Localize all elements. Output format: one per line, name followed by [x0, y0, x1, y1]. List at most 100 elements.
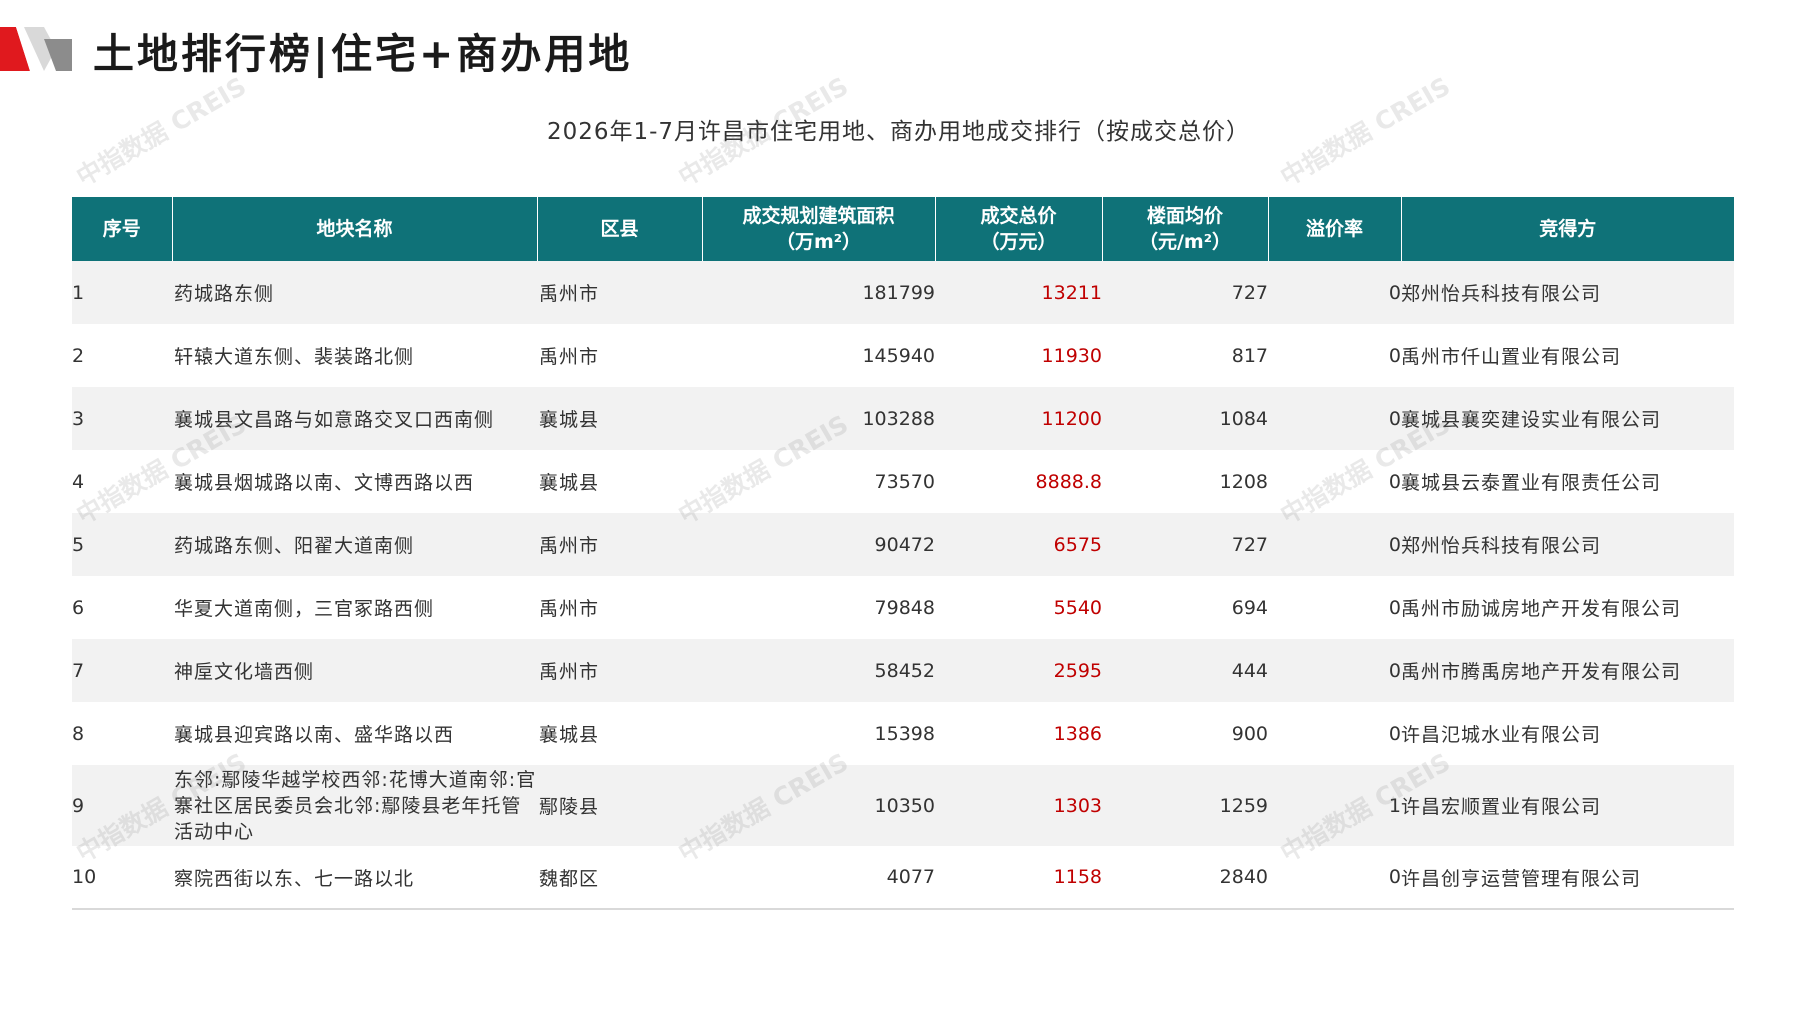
cell-name: 药城路东侧	[174, 283, 275, 305]
cell-name: 东邻:鄢陵华越学校西邻:花博大道南邻:官寨社区居民委员会北邻:鄢陵县老年托管活动…	[174, 768, 537, 843]
cell-unit-price: 1084	[1219, 407, 1268, 430]
cell-district: 鄢陵县	[539, 796, 600, 818]
cell-winner: 郑州怡兵科技有限公司	[1401, 283, 1602, 305]
cell-area: 58452	[874, 659, 935, 682]
cell-area: 79848	[874, 596, 935, 619]
cell-name: 药城路东侧、阳翟大道南侧	[174, 535, 415, 557]
cell-idx: 10	[72, 846, 172, 910]
cell-idx: 7	[72, 659, 85, 682]
header-idx: 序号	[72, 197, 172, 261]
cell-price: 11930	[1041, 344, 1102, 367]
cell-premium: 0	[1388, 659, 1401, 682]
cell-idx: 9	[72, 794, 85, 817]
cell-name: 襄城县文昌路与如意路交叉口西南侧	[174, 409, 495, 431]
cell-district: 禹州市	[539, 346, 600, 368]
cell-area: 4077	[702, 846, 935, 910]
cell-price: 8888.8	[1035, 470, 1102, 493]
cell-winner: 许昌创亨运营管理有限公司	[1401, 846, 1734, 910]
table-row: 1 药城路东侧 禹州市 181799 13211 727 0 郑州怡兵科技有限公…	[72, 261, 1734, 324]
cell-premium: 0	[1388, 722, 1401, 745]
header-unit-price: 楼面均价 （元/m²）	[1101, 197, 1268, 261]
cell-unit-price: 1259	[1219, 794, 1268, 817]
cell-idx: 3	[72, 407, 85, 430]
cell-name: 察院西街以东、七一路以北	[172, 846, 537, 910]
cell-price: 13211	[1041, 281, 1102, 304]
header-name: 地块名称	[171, 197, 537, 261]
cell-area: 103288	[862, 407, 935, 430]
cell-area: 73570	[874, 470, 935, 493]
cell-district: 襄城县	[539, 409, 600, 431]
cell-idx: 6	[72, 596, 85, 619]
table-row: 5 药城路东侧、阳翟大道南侧 禹州市 90472 6575 727 0 郑州怡兵…	[72, 513, 1734, 576]
cell-price: 1303	[1053, 794, 1102, 817]
header-price-line2: （万元）	[980, 231, 1057, 253]
cell-price: 1158	[935, 846, 1102, 910]
cell-winner: 襄城县云泰置业有限责任公司	[1401, 472, 1662, 494]
page-title: 土地排行榜|住宅+商办用地	[93, 30, 633, 78]
cell-idx: 2	[72, 344, 85, 367]
header-price-line1: 成交总价	[980, 205, 1057, 227]
header-area: 成交规划建筑面积 （万m²）	[701, 197, 935, 261]
header-area-line1: 成交规划建筑面积	[742, 205, 895, 227]
header-area-line2: （万m²）	[775, 231, 862, 253]
cell-area: 15398	[874, 722, 935, 745]
table-row: 4 襄城县烟城路以南、文博西路以西 襄城县 73570 8888.8 1208 …	[72, 450, 1734, 513]
cell-district: 魏都区	[537, 846, 702, 910]
table-row: 6 华夏大道南侧，三官冢路西侧 禹州市 79848 5540 694 0 禹州市…	[72, 576, 1734, 639]
table-row: 8 襄城县迎宾路以南、盛华路以西 襄城县 15398 1386 900 0 许昌…	[72, 702, 1734, 765]
cell-premium: 0	[1388, 533, 1401, 556]
cell-unit-price: 900	[1231, 722, 1268, 745]
table-row: 2 轩辕大道东侧、裴装路北侧 禹州市 145940 11930 817 0 禹州…	[72, 324, 1734, 387]
land-ranking-table: 序号 地块名称 区县 成交规划建筑面积 （万m²） 成交总价 （万元） 楼面均价…	[72, 197, 1734, 910]
cell-winner: 襄城县襄奕建设实业有限公司	[1401, 409, 1662, 431]
cell-unit-price: 2840	[1102, 846, 1268, 910]
cell-area: 90472	[874, 533, 935, 556]
cell-price: 5540	[1053, 596, 1102, 619]
cell-idx: 8	[72, 722, 85, 745]
cell-price: 2595	[1053, 659, 1102, 682]
cell-district: 禹州市	[539, 283, 600, 305]
cell-premium: 0	[1388, 344, 1401, 367]
header-premium: 溢价率	[1267, 197, 1401, 261]
cell-premium: 0	[1268, 846, 1401, 910]
cell-winner: 禹州市仟山置业有限公司	[1401, 346, 1622, 368]
cell-premium: 0	[1388, 596, 1401, 619]
cell-winner: 许昌宏顺置业有限公司	[1401, 796, 1602, 818]
cell-unit-price: 727	[1231, 533, 1268, 556]
cell-winner: 禹州市腾禹房地产开发有限公司	[1401, 661, 1682, 683]
table-row: 3 襄城县文昌路与如意路交叉口西南侧 襄城县 103288 11200 1084…	[72, 387, 1734, 450]
table-row: 7 神垕文化墙西侧 禹州市 58452 2595 444 0 禹州市腾禹房地产开…	[72, 639, 1734, 702]
table-subtitle: 2026年1-7月许昌市住宅用地、商办用地成交排行（按成交总价）	[546, 119, 1251, 145]
cell-unit-price: 694	[1231, 596, 1268, 619]
table-row: 9 东邻:鄢陵华越学校西邻:花博大道南邻:官寨社区居民委员会北邻:鄢陵县老年托管…	[72, 765, 1734, 846]
table-header-row: 序号 地块名称 区县 成交规划建筑面积 （万m²） 成交总价 （万元） 楼面均价…	[72, 197, 1734, 261]
cell-unit-price: 444	[1231, 659, 1268, 682]
cell-price: 1386	[1053, 722, 1102, 745]
header-price: 成交总价 （万元）	[934, 197, 1102, 261]
cell-name: 华夏大道南侧，三官冢路西侧	[174, 598, 435, 620]
cell-price: 6575	[1053, 533, 1102, 556]
header-district: 区县	[536, 197, 702, 261]
cell-name: 襄城县迎宾路以南、盛华路以西	[174, 724, 455, 746]
cell-unit-price: 817	[1231, 344, 1268, 367]
cell-idx: 5	[72, 533, 85, 556]
cell-unit-price: 727	[1231, 281, 1268, 304]
cell-district: 禹州市	[539, 661, 600, 683]
cell-idx: 4	[72, 470, 85, 493]
cell-premium: 0	[1388, 407, 1401, 430]
cell-area: 10350	[874, 794, 935, 817]
cell-premium: 0	[1388, 470, 1401, 493]
cell-name: 轩辕大道东侧、裴装路北侧	[174, 346, 415, 368]
cell-unit-price: 1208	[1219, 470, 1268, 493]
brand-logo-icon	[0, 27, 72, 71]
cell-district: 襄城县	[539, 472, 600, 494]
cell-name: 襄城县烟城路以南、文博西路以西	[174, 472, 475, 494]
header-unit-line2: （元/m²）	[1138, 231, 1232, 253]
cell-name: 神垕文化墙西侧	[174, 661, 315, 683]
cell-premium: 1	[1388, 794, 1401, 817]
cell-winner: 许昌氾城水业有限公司	[1401, 724, 1602, 746]
cell-idx: 1	[72, 281, 85, 304]
cell-area: 145940	[862, 344, 935, 367]
cell-district: 禹州市	[539, 598, 600, 620]
table-row: 10 察院西街以东、七一路以北 魏都区 4077 1158 2840 0 许昌创…	[72, 846, 1734, 910]
